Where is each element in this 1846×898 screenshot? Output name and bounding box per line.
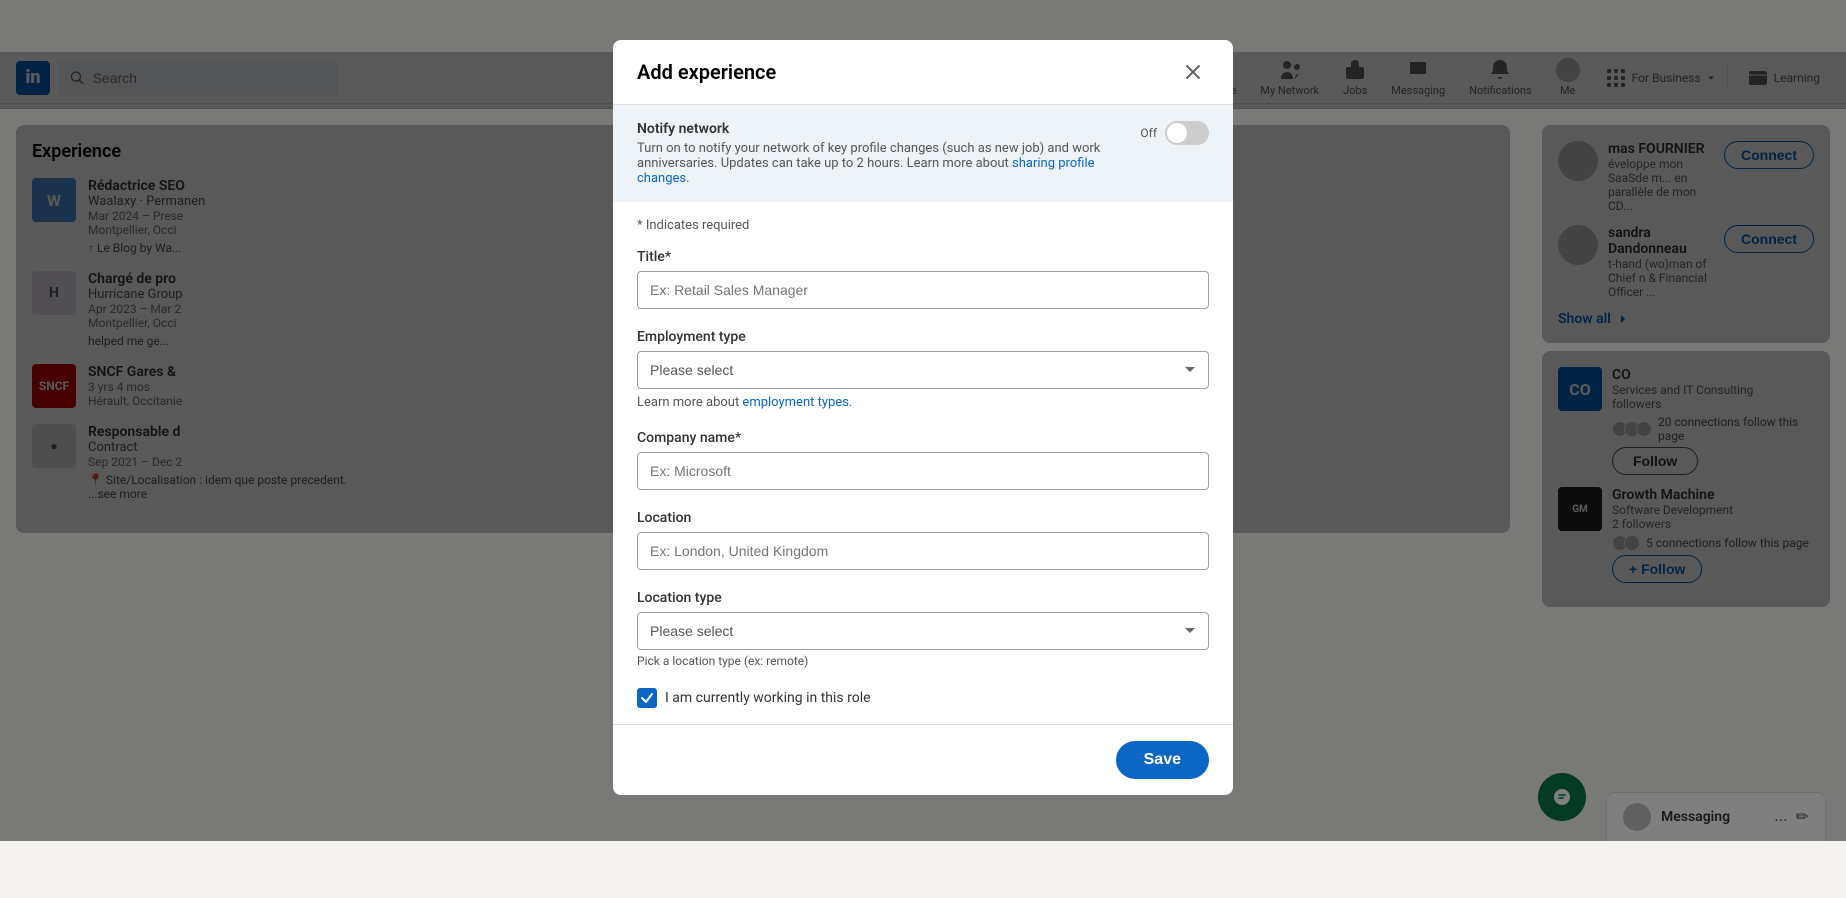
employment-type-label: Employment type [637,329,1209,345]
currently-working-checkbox[interactable] [637,688,657,708]
location-type-label: Location type [637,590,1209,606]
checkmark-icon [640,691,654,705]
learn-more-text: Learn more about employment types. [637,395,1209,410]
notify-text: Notify network Turn on to notify your ne… [637,121,1140,186]
location-type-select[interactable]: Please select On-site Hybrid Remote [637,612,1209,650]
add-experience-modal: Add experience Notify network Turn on to… [613,40,1233,795]
toggle-slider [1165,121,1209,145]
modal-header: Add experience [613,40,1233,105]
location-type-group: Location type Please select On-site Hybr… [637,590,1209,668]
location-group: Location [637,510,1209,570]
company-name-input[interactable] [637,452,1209,490]
modal-footer: Save [613,724,1233,795]
employment-types-link[interactable]: employment types. [742,395,852,410]
modal-body: * Indicates required Title* Employment t… [613,202,1233,724]
notify-title: Notify network [637,121,1140,137]
employment-type-select[interactable]: Please select Full-time Part-time Self-e… [637,351,1209,389]
modal-close-button[interactable] [1177,56,1209,88]
learn-more-prefix: Learn more about [637,395,742,410]
notify-desc: Turn on to notify your network of key pr… [637,141,1140,186]
modal-overlay: Add experience Notify network Turn on to… [0,0,1846,841]
required-note: * Indicates required [637,218,1209,233]
toggle-off-label: Off [1140,126,1157,140]
currently-working-label: I am currently working in this role [665,690,871,706]
title-input[interactable] [637,271,1209,309]
company-name-group: Company name* [637,430,1209,490]
title-label: Title* [637,249,1209,265]
location-label: Location [637,510,1209,526]
toggle-container: Off [1140,121,1209,145]
location-input[interactable] [637,532,1209,570]
company-name-label: Company name* [637,430,1209,446]
save-button[interactable]: Save [1116,741,1209,779]
location-hint: Pick a location type (ex: remote) [637,654,1209,668]
close-icon [1183,62,1203,82]
notify-toggle[interactable] [1165,121,1209,145]
modal-title: Add experience [637,60,776,84]
title-field-group: Title* [637,249,1209,309]
currently-working-row: I am currently working in this role [637,688,1209,708]
notify-banner: Notify network Turn on to notify your ne… [613,105,1233,202]
employment-type-group: Employment type Please select Full-time … [637,329,1209,410]
